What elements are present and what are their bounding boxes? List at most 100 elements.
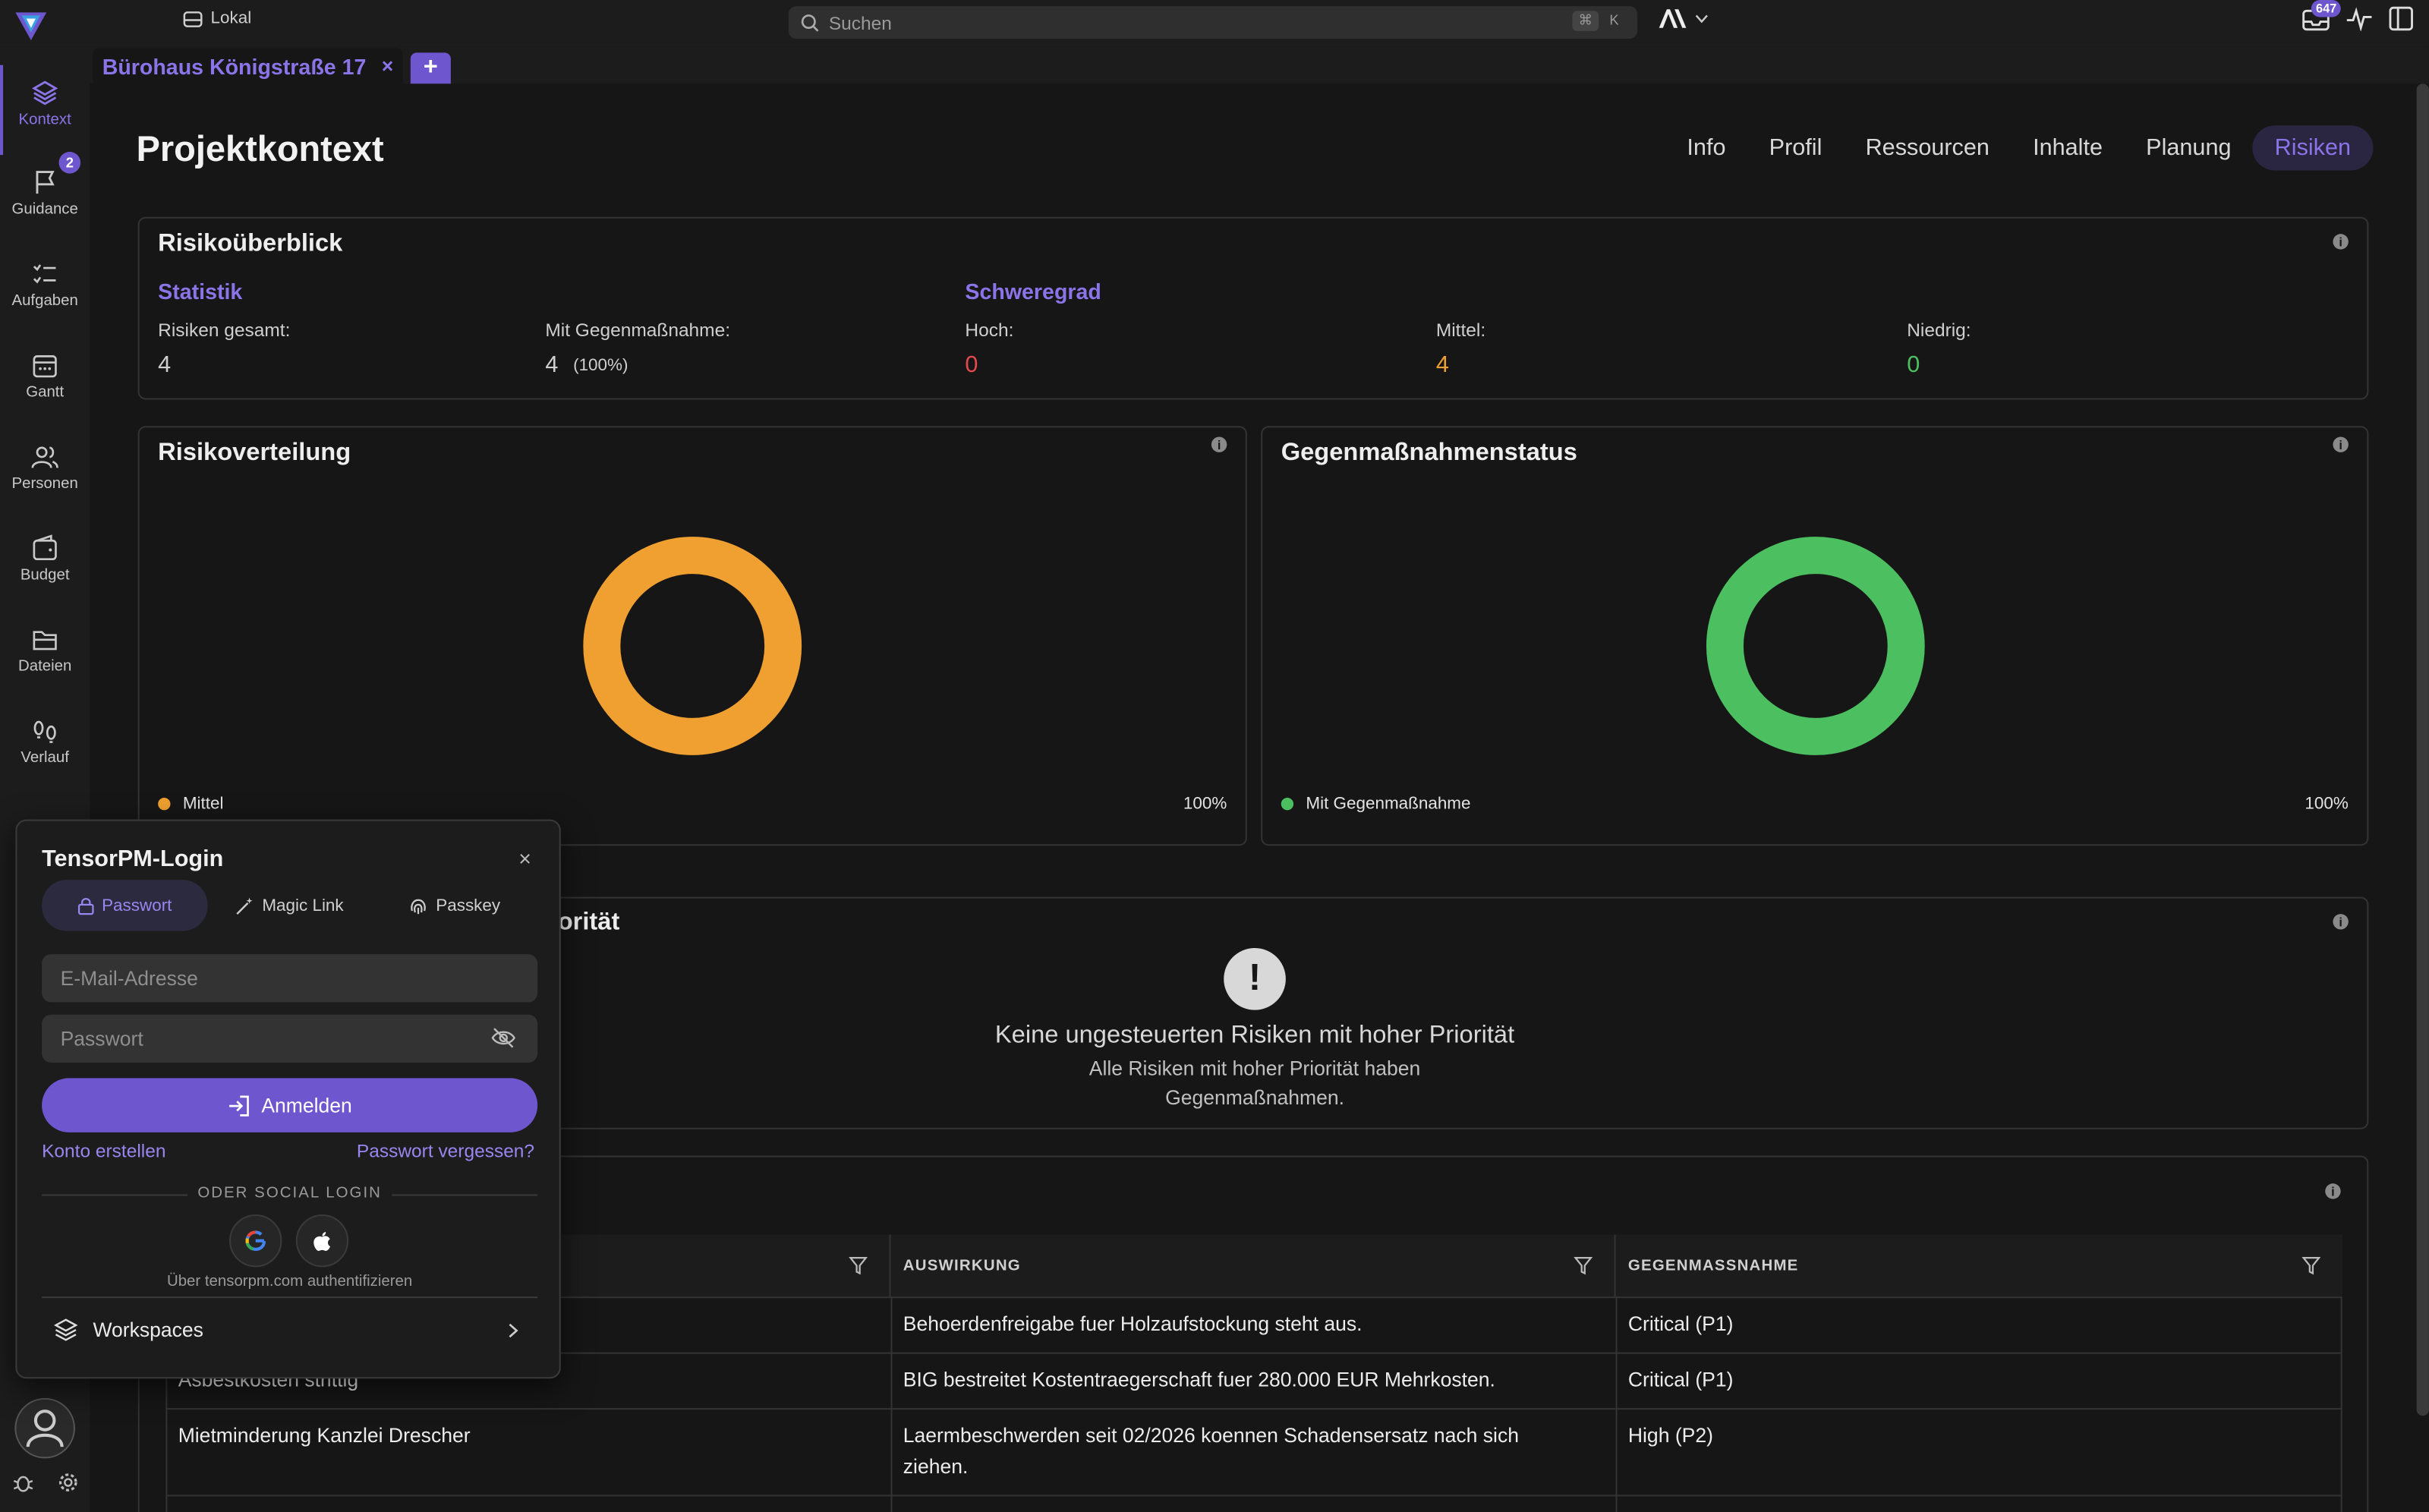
sidebar-item-dateien[interactable]: Dateien <box>0 612 90 689</box>
sidebar-item-personen[interactable]: Personen <box>0 429 90 506</box>
workspace-switcher[interactable]: Lokal <box>183 9 252 28</box>
legend-dot <box>1281 798 1294 811</box>
tab-planung[interactable]: Planung <box>2125 125 2254 170</box>
card-title: Risikoüberblick <box>158 231 343 257</box>
sidebar-item-guidance[interactable]: 2 Guidance <box>0 151 90 232</box>
tab-risiken[interactable]: Risiken <box>2253 125 2373 171</box>
donut-segment-mitigated[interactable] <box>1706 537 1925 755</box>
column-header-impact[interactable]: AUSWIRKUNG <box>890 1234 1616 1297</box>
calendar-icon <box>33 355 57 378</box>
sidebar-item-label: Guidance <box>11 201 78 219</box>
tab-project[interactable]: Bürohaus Königstraße 17 × <box>93 48 403 84</box>
workspace-label: Lokal <box>210 9 252 28</box>
login-icon <box>228 1095 249 1116</box>
tab-passkey[interactable]: Passkey <box>372 880 537 931</box>
tab-profil[interactable]: Profil <box>1747 125 1844 170</box>
email-placeholder: E-Mail-Adresse <box>60 966 198 991</box>
tab-label: Passwort <box>102 896 172 915</box>
tab-magic-link[interactable]: Magic Link <box>207 880 373 931</box>
schweregrad-heading: Schweregrad <box>965 279 1101 304</box>
panel-toggle-icon[interactable] <box>2389 6 2414 31</box>
sidebar-item-label: Budget <box>20 566 70 584</box>
chevron-down-icon <box>1695 14 1708 24</box>
info-icon[interactable]: i <box>1211 436 1227 452</box>
tab-ressourcen[interactable]: Ressourcen <box>1844 125 2012 170</box>
close-tab-icon[interactable]: × <box>382 54 393 77</box>
legend-item-mittel[interactable]: Mittel <box>158 795 223 813</box>
info-icon[interactable]: i <box>2333 436 2349 452</box>
anthropic-logo-icon <box>1659 9 1687 28</box>
legend-label: Mit Gegenmaßnahme <box>1306 794 1471 814</box>
filter-icon[interactable] <box>1574 1256 1593 1275</box>
folder-icon <box>33 631 57 650</box>
table-cell-impact: Laermbeschwerden seit 02/2026 koennen Sc… <box>903 1423 1519 1447</box>
sidebar-item-verlauf[interactable]: Verlauf <box>0 704 90 781</box>
add-tab-button[interactable]: + <box>410 52 451 84</box>
donut-segment-mittel[interactable] <box>583 537 802 755</box>
niedrig-label: Niedrig: <box>1907 319 1971 341</box>
login-method-tabs: Passwort Magic Link Passkey <box>42 880 537 931</box>
tab-label: Bürohaus Königstraße 17 <box>102 53 367 79</box>
main-scrollbar[interactable] <box>2416 83 2429 1416</box>
filter-icon[interactable] <box>849 1256 868 1275</box>
table-cell-risk[interactable]: Mietminderung Kanzlei Drescher <box>165 1420 471 1451</box>
tab-info[interactable]: Info <box>1665 125 1747 170</box>
search-input[interactable]: Suchen ⌘ K <box>788 6 1638 39</box>
user-avatar[interactable] <box>14 1397 76 1460</box>
sidebar-item-aufgaben[interactable]: Aufgaben <box>0 246 90 323</box>
card-title: Risikoverteilung <box>158 439 351 467</box>
risk-overview-card: Risikoüberblick i Statistik Schweregrad … <box>137 216 2369 400</box>
legend-item-mitigated[interactable]: Mit Gegenmaßnahme <box>1281 795 1471 813</box>
bug-icon[interactable] <box>12 1472 34 1494</box>
fingerprint-icon <box>411 898 427 914</box>
login-button[interactable]: Anmelden <box>42 1078 538 1132</box>
legend-label: Mittel <box>182 794 224 814</box>
activity-icon[interactable] <box>2346 6 2374 31</box>
sidebar-item-label: Personen <box>11 475 78 493</box>
info-icon[interactable]: i <box>2325 1183 2341 1199</box>
search-shortcut: ⌘ K <box>1572 11 1624 31</box>
eye-off-icon[interactable] <box>491 1027 516 1049</box>
avatar-icon <box>14 1397 75 1459</box>
layers-icon <box>54 1318 78 1341</box>
lock-icon <box>77 897 93 915</box>
tab-password[interactable]: Passwort <box>42 880 207 931</box>
create-account-link[interactable]: Konto erstellen <box>42 1140 165 1162</box>
gear-icon[interactable] <box>58 1472 80 1494</box>
mitigated-value: 4 <box>545 351 559 378</box>
flag-icon <box>36 171 55 194</box>
google-login-button[interactable] <box>229 1214 282 1268</box>
close-icon[interactable]: × <box>518 846 531 871</box>
model-selector[interactable] <box>1658 8 1709 30</box>
sidebar-item-label: Dateien <box>18 658 72 676</box>
tab-inhalte[interactable]: Inhalte <box>2012 125 2125 170</box>
workspaces-row[interactable]: Workspaces <box>42 1296 538 1362</box>
social-divider-label: ODER SOCIAL LOGIN <box>187 1185 393 1202</box>
app-logo[interactable] <box>12 6 49 43</box>
table-cell-measure: Critical (P1) <box>1627 1312 1734 1336</box>
tab-label: Passkey <box>436 896 501 915</box>
email-field[interactable]: E-Mail-Adresse <box>42 954 538 1003</box>
column-header-measure[interactable]: GEGENMASSNAHME <box>1615 1234 2342 1297</box>
shortcut-key: K <box>1609 12 1619 28</box>
legend-dot <box>158 798 171 811</box>
info-icon[interactable]: i <box>2333 914 2349 930</box>
filter-icon[interactable] <box>2301 1256 2321 1275</box>
info-icon[interactable]: i <box>2333 234 2349 250</box>
statistik-heading: Statistik <box>158 279 243 304</box>
sidebar-item-gantt[interactable]: Gantt <box>0 338 90 415</box>
countermeasure-status-card: Gegenmaßnahmenstatus i Mit Gegenmaßnahme… <box>1261 426 2369 846</box>
inbox-button[interactable]: 647 <box>2302 0 2342 31</box>
forgot-password-link[interactable]: Passwort vergessen? <box>357 1140 534 1162</box>
sidebar-item-budget[interactable]: Budget <box>0 521 90 598</box>
row-divider <box>165 1495 2342 1497</box>
search-icon <box>801 14 819 31</box>
password-field[interactable]: Passwort <box>42 1014 538 1063</box>
apple-login-button[interactable] <box>295 1214 349 1268</box>
table-cell-impact: Behoerdenfreigabe fuer Holzaufstockung s… <box>903 1312 1363 1336</box>
social-divider: ODER SOCIAL LOGIN <box>17 1185 562 1202</box>
risk-distribution-card: Risikoverteilung i Mittel 100% <box>137 426 1247 846</box>
mittel-value: 4 <box>1435 351 1449 378</box>
page-nav: Info Profil Ressourcen Inhalte Planung R… <box>1665 125 2373 171</box>
sidebar-item-kontext[interactable]: Kontext <box>0 65 90 156</box>
